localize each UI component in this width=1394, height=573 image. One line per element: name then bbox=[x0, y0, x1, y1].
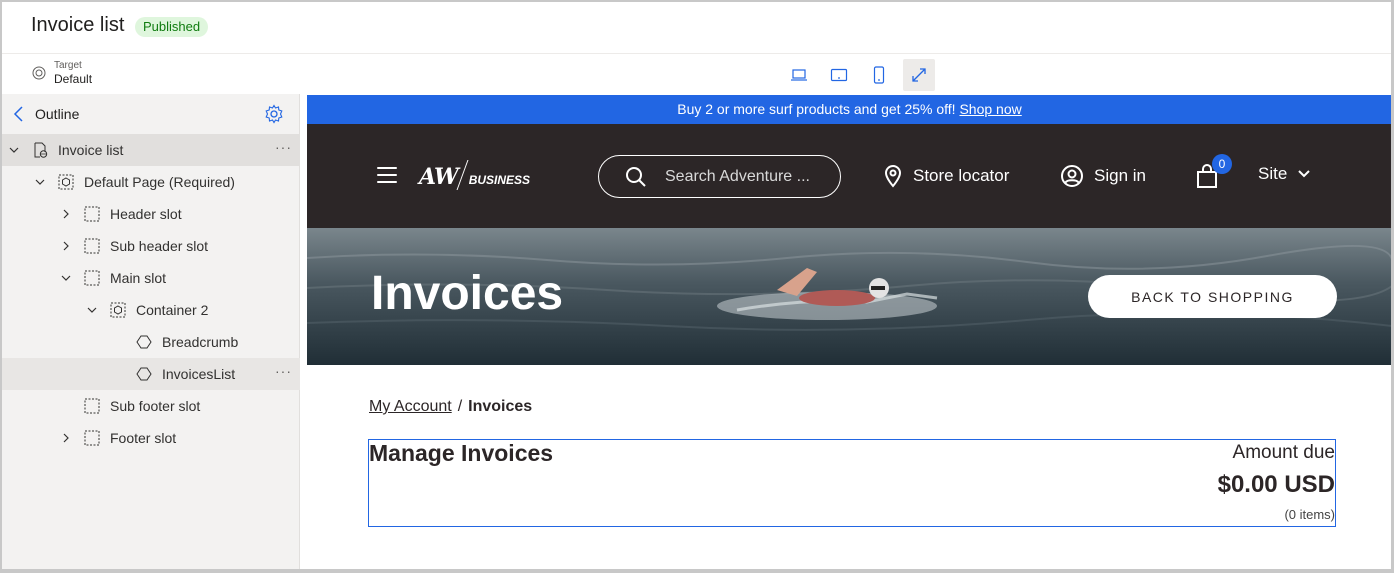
phone-view-button[interactable] bbox=[863, 59, 895, 91]
page-preview-canvas: Buy 2 or more surf products and get 25% … bbox=[307, 95, 1391, 569]
gear-icon[interactable] bbox=[264, 104, 284, 124]
slot-icon bbox=[84, 430, 100, 446]
promo-banner: Buy 2 or more surf products and get 25% … bbox=[307, 95, 1391, 124]
shop-now-link[interactable]: Shop now bbox=[959, 101, 1021, 117]
tree-item-label: Container 2 bbox=[136, 302, 209, 318]
toolbar: Target Default bbox=[2, 54, 1391, 94]
amount-due-value: $0.00 USD bbox=[1217, 471, 1335, 498]
store-locator-link[interactable]: Store locator bbox=[883, 164, 1009, 188]
tree-item-label: Footer slot bbox=[110, 430, 177, 446]
tablet-view-button[interactable] bbox=[823, 59, 855, 91]
site-picker[interactable]: Site bbox=[1258, 164, 1311, 184]
app-frame: Invoice list Published Target Default Ou… bbox=[0, 0, 1394, 573]
expand-icon bbox=[912, 68, 926, 82]
tree-item-sub-footer-slot[interactable]: Sub footer slot bbox=[2, 390, 300, 422]
site-label: Site bbox=[1258, 164, 1288, 183]
sign-in-label: Sign in bbox=[1094, 166, 1146, 185]
tree-item-label: Sub footer slot bbox=[110, 398, 201, 414]
tree-item-label: Breadcrumb bbox=[162, 334, 239, 350]
hamburger-menu-icon[interactable] bbox=[377, 167, 397, 183]
site-header: AW BUSINESS Search Adventure ... Store l… bbox=[307, 124, 1391, 228]
back-chevron-icon[interactable] bbox=[12, 105, 26, 123]
site-search-box[interactable]: Search Adventure ... bbox=[598, 155, 841, 198]
target-icon bbox=[32, 66, 46, 80]
chevron-down-icon bbox=[1298, 170, 1311, 178]
chevron-right-icon[interactable] bbox=[60, 240, 72, 252]
back-to-shopping-button[interactable]: BACK TO SHOPPING bbox=[1088, 275, 1337, 318]
store-locator-label: Store locator bbox=[913, 166, 1010, 185]
target-label: Target bbox=[54, 60, 82, 71]
breadcrumb-my-account-link[interactable]: My Account bbox=[369, 398, 452, 415]
chevron-down-icon[interactable] bbox=[8, 144, 20, 156]
tree-item-label: Header slot bbox=[110, 206, 182, 222]
tree-item-invoices-list[interactable]: InvoicesList ··· bbox=[2, 358, 300, 390]
more-options-icon[interactable]: ··· bbox=[275, 363, 292, 379]
phone-icon bbox=[873, 66, 885, 84]
tree-item-label: Invoice list bbox=[58, 142, 124, 158]
slot-icon bbox=[84, 270, 100, 286]
module-icon bbox=[136, 335, 152, 349]
tree-item-label: Sub header slot bbox=[110, 238, 209, 254]
breadcrumb-separator: / bbox=[457, 398, 463, 415]
full-width-view-button[interactable] bbox=[903, 59, 935, 91]
user-icon bbox=[1061, 165, 1083, 187]
chevron-right-icon[interactable] bbox=[60, 432, 72, 444]
sign-in-link[interactable]: Sign in bbox=[1060, 164, 1146, 188]
tree-item-label: Main slot bbox=[110, 270, 167, 286]
outline-pane: Outline Invoice list ··· Default Page (R… bbox=[2, 94, 300, 569]
location-pin-icon bbox=[884, 165, 902, 188]
invoices-list-module[interactable]: Manage Invoices Amount due $0.00 USD (0 … bbox=[368, 439, 1336, 527]
breadcrumb-current: Invoices bbox=[468, 398, 533, 415]
tree-item-label: Default Page (Required) bbox=[84, 174, 235, 190]
tree-item-header-slot[interactable]: Header slot bbox=[2, 198, 300, 230]
logo-main: AW bbox=[419, 164, 459, 190]
tree-item-default-page[interactable]: Default Page (Required) bbox=[2, 166, 300, 198]
module-icon bbox=[136, 367, 152, 381]
tree-item-sub-header-slot[interactable]: Sub header slot bbox=[2, 230, 300, 262]
items-count: (0 items) bbox=[1284, 507, 1335, 522]
tree-item-invoice-list[interactable]: Invoice list ··· bbox=[2, 134, 300, 166]
search-placeholder: Search Adventure ... bbox=[665, 167, 810, 185]
cart-count-badge: 0 bbox=[1212, 154, 1232, 174]
manage-invoices-title: Manage Invoices bbox=[369, 440, 554, 466]
tree-item-main-slot[interactable]: Main slot bbox=[2, 262, 300, 294]
breadcrumb: My Account / Invoices bbox=[369, 398, 532, 416]
slot-icon bbox=[84, 238, 100, 254]
outline-title: Outline bbox=[35, 106, 80, 122]
hero-title: Invoices bbox=[371, 267, 564, 320]
search-icon bbox=[626, 166, 646, 187]
more-options-icon[interactable]: ··· bbox=[275, 139, 292, 155]
slot-icon bbox=[84, 398, 100, 414]
laptop-view-button[interactable] bbox=[783, 59, 815, 91]
amount-due-label: Amount due bbox=[1232, 442, 1335, 463]
page-globe-icon bbox=[34, 142, 48, 158]
promo-text: Buy 2 or more surf products and get 25% … bbox=[677, 101, 956, 117]
device-switcher bbox=[783, 59, 935, 91]
title-bar: Invoice list Published bbox=[2, 2, 1391, 54]
page-title: Invoice list bbox=[31, 14, 125, 36]
container-icon bbox=[58, 174, 74, 190]
hero-banner: Invoices BACK TO SHOPPING bbox=[307, 228, 1391, 365]
chevron-down-icon[interactable] bbox=[86, 304, 98, 316]
container-icon bbox=[110, 302, 126, 318]
tree-item-container-2[interactable]: Container 2 bbox=[2, 294, 300, 326]
chevron-down-icon[interactable] bbox=[34, 176, 46, 188]
tree-item-label: InvoicesList bbox=[162, 366, 236, 382]
outline-header: Outline bbox=[2, 94, 300, 134]
tablet-landscape-icon bbox=[830, 68, 848, 82]
target-selector[interactable]: Target Default bbox=[32, 60, 92, 86]
chevron-down-icon[interactable] bbox=[60, 272, 72, 284]
tree-item-footer-slot[interactable]: Footer slot bbox=[2, 422, 300, 454]
logo-divider bbox=[456, 160, 469, 190]
slot-icon bbox=[84, 206, 100, 222]
laptop-icon bbox=[791, 69, 807, 81]
tree-item-breadcrumb[interactable]: Breadcrumb bbox=[2, 326, 300, 358]
logo-sub: BUSINESS bbox=[468, 173, 531, 187]
site-logo[interactable]: AW BUSINESS bbox=[419, 158, 530, 190]
status-badge: Published bbox=[135, 17, 209, 37]
target-value: Default bbox=[54, 72, 93, 86]
chevron-right-icon[interactable] bbox=[60, 208, 72, 220]
cart-button[interactable]: 0 bbox=[1196, 154, 1232, 190]
